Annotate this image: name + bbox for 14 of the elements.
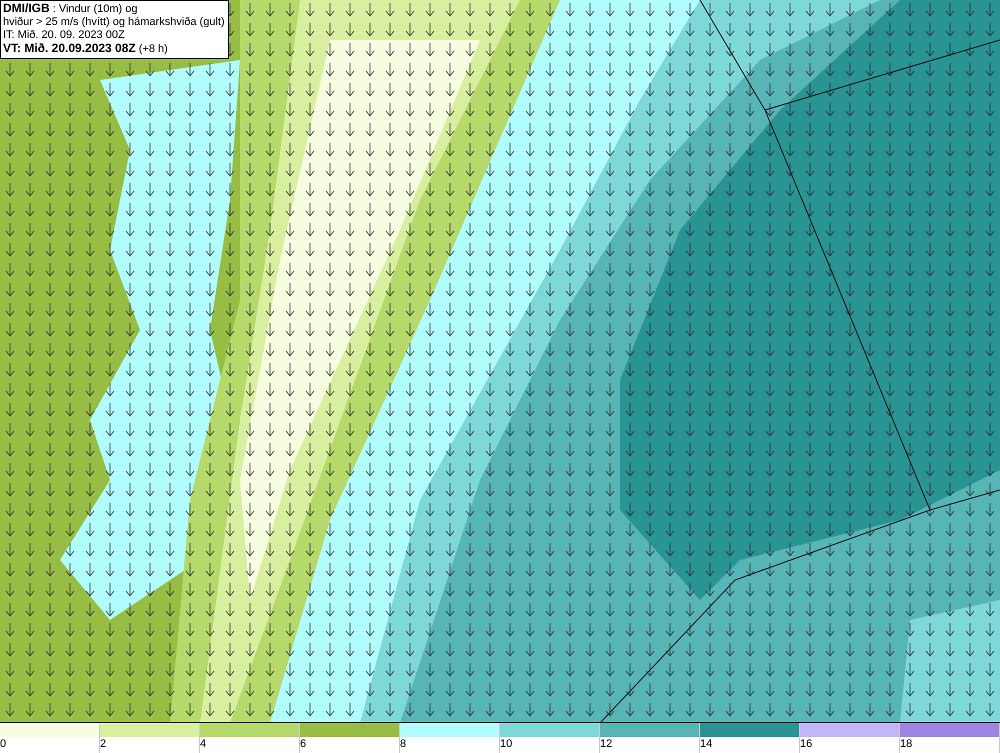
legend-label: 8 bbox=[400, 738, 406, 752]
legend-label: 4 bbox=[200, 738, 206, 752]
info-text: IT: Mið. 20. 09. 2023 00Z bbox=[3, 29, 126, 42]
legend-label: 16 bbox=[800, 738, 812, 752]
legend-label: 12 bbox=[600, 738, 612, 752]
legend-label: 0 bbox=[0, 738, 6, 752]
legend-label: 14 bbox=[700, 738, 712, 752]
legend-label: 6 bbox=[300, 738, 306, 752]
info-text: hviður > 25 m/s (hvítt) og hámarkshviða (gult) bbox=[3, 16, 225, 29]
info-text: DMI/IGB : Vindur (10m) og bbox=[3, 2, 139, 16]
legend-label: 2 bbox=[100, 738, 106, 752]
info-text: VT: Mið. 20.09.2023 08Z (+8 h) bbox=[3, 42, 169, 56]
legend-label: 18 bbox=[900, 738, 912, 752]
legend-label: 10 bbox=[500, 738, 512, 752]
